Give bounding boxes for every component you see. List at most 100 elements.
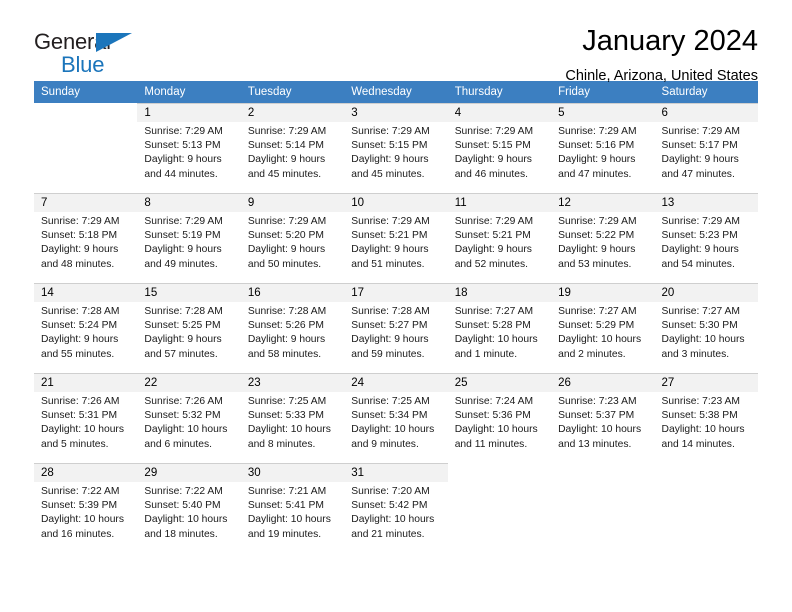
daylight-duration-line2: and 51 minutes.	[351, 258, 425, 270]
calendar-day-cell[interactable]: 20 Sunrise: 7:27 AM Sunset: 5:30 PM Dayligh…	[654, 283, 758, 373]
daylight-duration-line2: and 1 minute.	[454, 348, 518, 360]
calendar-day-cell[interactable]: 21 Sunrise: 7:26 AM Sunset: 5:31 PM Dayligh…	[34, 373, 138, 463]
calendar-day-cell[interactable]: 2 Sunrise: 7:29 AM Sunset: 5:14 PM Daylight…	[240, 103, 345, 193]
calendar-day-cell[interactable]: 30 Sunrise: 7:21 AM Sunset: 5:41 PM Dayligh…	[240, 463, 345, 553]
blank-cell-spacer	[655, 464, 758, 482]
daylight-duration-line1: Daylight: 9 hours	[454, 154, 532, 166]
daylight-duration-line2: and 48 minutes.	[41, 258, 115, 270]
daylight-duration-line2: and 14 minutes.	[661, 438, 735, 450]
day-number: 16	[240, 284, 345, 302]
calendar-day-cell[interactable]: 24 Sunrise: 7:25 AM Sunset: 5:34 PM Dayligh…	[344, 373, 448, 463]
calendar-day-cell[interactable]: 31 Sunrise: 7:20 AM Sunset: 5:42 PM Dayligh…	[344, 463, 448, 553]
day-number: 22	[137, 374, 241, 392]
calendar-week-row: 1 Sunrise: 7:29 AM Sunset: 5:13 PM Daylight…	[34, 103, 758, 193]
day-details: Sunrise: 7:29 AM Sunset: 5:19 PM Daylight:…	[137, 212, 240, 272]
sunset-time: Sunset: 5:14 PM	[247, 140, 324, 152]
calendar-day-cell[interactable]: 25 Sunrise: 7:24 AM Sunset: 5:36 PM Dayligh…	[447, 373, 552, 463]
calendar-day-cell[interactable]: 9 Sunrise: 7:29 AM Sunset: 5:20 PM Daylight…	[240, 193, 345, 283]
day-cell-inner: 1 Sunrise: 7:29 AM Sunset: 5:13 PM Daylight…	[137, 103, 241, 193]
sunrise-time: Sunrise: 7:25 AM	[247, 396, 327, 407]
day-cell-inner: 30 Sunrise: 7:21 AM Sunset: 5:41 PM Dayligh…	[240, 463, 345, 553]
day-number: 19	[551, 284, 655, 302]
day-details: Sunrise: 7:29 AM Sunset: 5:20 PM Daylight:…	[241, 212, 344, 272]
calendar-day-cell[interactable]: 27 Sunrise: 7:23 AM Sunset: 5:38 PM Dayligh…	[654, 373, 758, 463]
calendar-day-cell[interactable]: 14 Sunrise: 7:28 AM Sunset: 5:24 PM Dayligh…	[34, 283, 138, 373]
calendar-day-cell[interactable]: 26 Sunrise: 7:23 AM Sunset: 5:37 PM Dayligh…	[551, 373, 655, 463]
day-details: Sunrise: 7:29 AM Sunset: 5:17 PM Daylight:…	[655, 122, 758, 182]
day-details: Sunrise: 7:27 AM Sunset: 5:28 PM Daylight:…	[448, 302, 551, 362]
calendar-day-cell[interactable]: 16 Sunrise: 7:28 AM Sunset: 5:26 PM Dayligh…	[240, 283, 345, 373]
day-details: Sunrise: 7:27 AM Sunset: 5:30 PM Daylight:…	[655, 302, 758, 362]
calendar-day-cell[interactable]: 17 Sunrise: 7:28 AM Sunset: 5:27 PM Dayligh…	[344, 283, 448, 373]
blank-cell-spacer	[551, 464, 654, 482]
blank-cell-spacer	[448, 464, 551, 482]
generalblue-logo[interactable]: General Blue	[34, 24, 184, 82]
sunrise-time: Sunrise: 7:21 AM	[247, 486, 327, 497]
sunrise-sunset-calendar: Sunday Monday Tuesday Wednesday Thursday…	[34, 81, 758, 553]
day-cell-inner: 23 Sunrise: 7:25 AM Sunset: 5:33 PM Dayligh…	[240, 373, 345, 463]
day-details: Sunrise: 7:26 AM Sunset: 5:31 PM Daylight:…	[34, 392, 137, 452]
daylight-duration-line1: Daylight: 9 hours	[247, 244, 326, 256]
page-title: January 2024	[582, 25, 758, 57]
day-number: 28	[34, 464, 138, 482]
sunrise-time: Sunrise: 7:29 AM	[351, 216, 430, 227]
day-cell-inner: 25 Sunrise: 7:24 AM Sunset: 5:36 PM Dayligh…	[447, 373, 552, 463]
sunrise-time: Sunrise: 7:29 AM	[661, 216, 740, 227]
calendar-day-cell[interactable]: 12 Sunrise: 7:29 AM Sunset: 5:22 PM Dayligh…	[551, 193, 655, 283]
calendar-day-cell[interactable]: 19 Sunrise: 7:27 AM Sunset: 5:29 PM Dayligh…	[551, 283, 655, 373]
calendar-empty-cell	[654, 463, 758, 553]
sunset-time: Sunset: 5:15 PM	[351, 140, 428, 152]
calendar-day-cell[interactable]: 22 Sunrise: 7:26 AM Sunset: 5:32 PM Dayligh…	[137, 373, 241, 463]
day-details: Sunrise: 7:25 AM Sunset: 5:34 PM Daylight:…	[344, 392, 447, 452]
daylight-duration-line2: and 59 minutes.	[351, 348, 425, 360]
calendar-day-cell[interactable]: 28 Sunrise: 7:22 AM Sunset: 5:39 PM Dayligh…	[34, 463, 138, 553]
day-number: 14	[34, 284, 138, 302]
day-number: 12	[551, 194, 655, 212]
day-cell-inner: 21 Sunrise: 7:26 AM Sunset: 5:31 PM Dayligh…	[34, 373, 138, 463]
calendar-day-cell[interactable]: 23 Sunrise: 7:25 AM Sunset: 5:33 PM Dayligh…	[240, 373, 345, 463]
logo-text-blue: Blue	[61, 52, 105, 77]
daylight-duration-line1: Daylight: 10 hours	[454, 424, 538, 436]
sunset-time: Sunset: 5:30 PM	[661, 320, 738, 332]
calendar-day-cell[interactable]: 15 Sunrise: 7:28 AM Sunset: 5:25 PM Dayligh…	[137, 283, 241, 373]
day-details: Sunrise: 7:22 AM Sunset: 5:39 PM Daylight:…	[34, 482, 137, 542]
daylight-duration-line1: Daylight: 10 hours	[558, 424, 642, 436]
sunrise-time: Sunrise: 7:29 AM	[144, 126, 223, 137]
sunset-time: Sunset: 5:40 PM	[144, 500, 221, 512]
daylight-duration-line2: and 44 minutes.	[144, 168, 218, 180]
day-cell-inner: 12 Sunrise: 7:29 AM Sunset: 5:22 PM Dayligh…	[551, 193, 655, 283]
day-details: Sunrise: 7:29 AM Sunset: 5:15 PM Daylight:…	[344, 122, 447, 182]
day-cell-inner: 2 Sunrise: 7:29 AM Sunset: 5:14 PM Daylight…	[240, 103, 345, 193]
calendar-day-cell[interactable]: 6 Sunrise: 7:29 AM Sunset: 5:17 PM Daylight…	[654, 103, 758, 193]
calendar-day-cell[interactable]: 1 Sunrise: 7:29 AM Sunset: 5:13 PM Daylight…	[137, 103, 241, 193]
calendar-day-cell[interactable]: 11 Sunrise: 7:29 AM Sunset: 5:21 PM Dayligh…	[447, 193, 552, 283]
daylight-duration-line1: Daylight: 10 hours	[661, 424, 745, 436]
sunrise-time: Sunrise: 7:28 AM	[41, 306, 120, 317]
day-cell-inner: 7 Sunrise: 7:29 AM Sunset: 5:18 PM Daylight…	[34, 193, 138, 283]
calendar-day-cell[interactable]: 29 Sunrise: 7:22 AM Sunset: 5:40 PM Dayligh…	[137, 463, 241, 553]
calendar-day-cell[interactable]: 7 Sunrise: 7:29 AM Sunset: 5:18 PM Daylight…	[34, 193, 138, 283]
day-number: 8	[137, 194, 241, 212]
daylight-duration-line1: Daylight: 9 hours	[351, 154, 429, 166]
calendar-day-cell[interactable]: 5 Sunrise: 7:29 AM Sunset: 5:16 PM Daylight…	[551, 103, 655, 193]
logo-triangle-icon	[96, 33, 132, 52]
day-number: 20	[654, 284, 758, 302]
day-details: Sunrise: 7:22 AM Sunset: 5:40 PM Daylight:…	[137, 482, 240, 542]
sunrise-time: Sunrise: 7:28 AM	[247, 306, 327, 317]
page-subtitle-location: Chinle, Arizona, United States	[565, 68, 758, 84]
day-number: 13	[654, 194, 758, 212]
calendar-day-cell[interactable]: 10 Sunrise: 7:29 AM Sunset: 5:21 PM Dayligh…	[344, 193, 448, 283]
day-number: 26	[551, 374, 655, 392]
calendar-day-cell[interactable]: 3 Sunrise: 7:29 AM Sunset: 5:15 PM Daylight…	[344, 103, 448, 193]
calendar-day-cell[interactable]: 8 Sunrise: 7:29 AM Sunset: 5:19 PM Daylight…	[137, 193, 241, 283]
day-cell-inner: 19 Sunrise: 7:27 AM Sunset: 5:29 PM Dayligh…	[551, 283, 655, 373]
calendar-day-cell[interactable]: 4 Sunrise: 7:29 AM Sunset: 5:15 PM Daylight…	[447, 103, 552, 193]
daylight-duration-line1: Daylight: 9 hours	[144, 244, 222, 256]
daylight-duration-line1: Daylight: 9 hours	[351, 244, 429, 256]
calendar-day-cell[interactable]: 18 Sunrise: 7:27 AM Sunset: 5:28 PM Dayligh…	[447, 283, 552, 373]
daylight-duration-line1: Daylight: 10 hours	[247, 514, 331, 526]
calendar-day-cell[interactable]: 13 Sunrise: 7:29 AM Sunset: 5:23 PM Dayligh…	[654, 193, 758, 283]
daylight-duration-line1: Daylight: 10 hours	[144, 514, 228, 526]
day-details: Sunrise: 7:20 AM Sunset: 5:42 PM Daylight:…	[344, 482, 447, 542]
sunset-time: Sunset: 5:17 PM	[661, 140, 738, 152]
